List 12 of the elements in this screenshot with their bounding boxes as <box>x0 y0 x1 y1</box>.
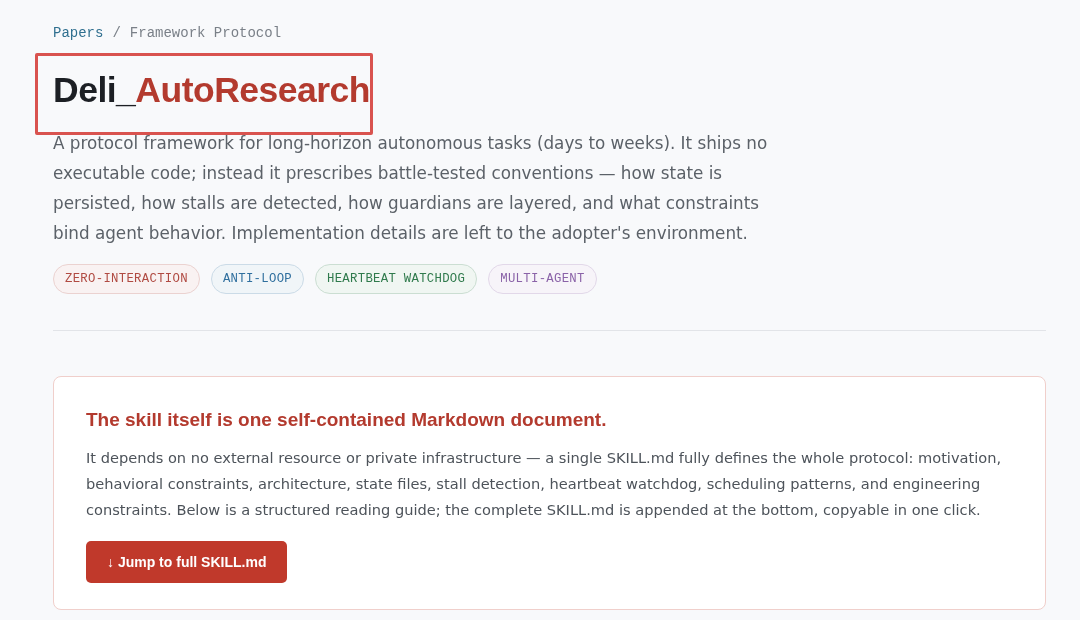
callout-text: It depends on no external resource or private infrastructure — a single SKILL.md fully defines the whole protocol: motivation, behavioral constraints, architecture, state files, stall detection, heartbeat watchdog, scheduling patterns, and engineering constraints. Below is a structured reading guide; the complete SKILL.md is appended at the bottom, copyable in one click. <box>86 448 1003 520</box>
breadcrumb-separator: / <box>112 24 121 42</box>
tag: ZERO-INTERACTION <box>53 264 200 294</box>
callout-heading: The skill itself is one self-contained Markdown document. <box>86 408 607 432</box>
page-title: Deli_AutoResearch <box>53 69 371 112</box>
breadcrumb-current: Framework Protocol <box>129 24 282 42</box>
jump-button[interactable]: ↓ Jump to full SKILL.md <box>86 541 288 583</box>
summary-text: A protocol framework for long-horizon autonomous tasks (days to weeks). It ships no executable code; instead it prescribes battle-tested conventions — how state is persisted, how stalls are detected, how guardians are layered, and what constraints bind agent behavior. Implementation details are left to the adopter's environment. <box>53 132 769 245</box>
tag: MULTI-AGENT <box>488 264 597 294</box>
breadcrumb-link[interactable]: Papers <box>53 24 104 42</box>
tag: ANTI-LOOP <box>210 264 304 294</box>
tag: HEARTBEAT WATCHDOG <box>315 264 478 294</box>
